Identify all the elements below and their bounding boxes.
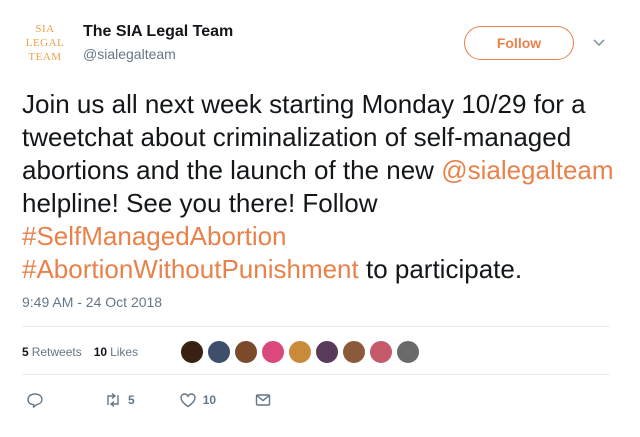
heart-icon [179, 393, 196, 408]
liker-avatar[interactable] [288, 340, 312, 364]
likes-count: 10 [93, 345, 108, 359]
envelope-icon [255, 394, 271, 406]
reply-icon [27, 393, 43, 409]
user-handle[interactable]: @sialegalteam [83, 46, 176, 62]
reply-button[interactable] [26, 391, 50, 409]
display-name[interactable]: The SIA Legal Team [83, 23, 233, 41]
retweet-icon [107, 392, 119, 408]
liker-avatar[interactable] [369, 340, 393, 364]
hashtag-link[interactable]: #AbortionWithoutPunishment [22, 254, 359, 284]
tweet-text: Join us all next week starting Monday 10… [22, 88, 622, 286]
liker-avatar[interactable] [342, 340, 366, 364]
direct-message-button[interactable] [254, 391, 272, 409]
liker-avatar[interactable] [261, 340, 285, 364]
liker-avatar[interactable] [207, 340, 231, 364]
tweet-text-segment: helpline! See you there! Follow [22, 188, 378, 218]
retweet-count: 5 [128, 393, 135, 407]
likes-label: Likes [110, 345, 139, 359]
liker-avatar[interactable] [180, 340, 204, 364]
tweet-stats: 5 Retweets 10 Likes [22, 339, 150, 365]
logo-line: SIA [35, 23, 55, 35]
mention-link[interactable]: @sialegalteam [441, 155, 613, 185]
liker-avatars [180, 339, 423, 365]
liker-avatar[interactable] [315, 340, 339, 364]
chevron-down-icon[interactable] [592, 36, 606, 50]
tweet-timestamp[interactable]: 9:49 AM - 24 Oct 2018 [22, 294, 162, 310]
logo-line: LEGAL [25, 37, 65, 49]
account-logo[interactable]: SIA LEGAL TEAM [22, 22, 68, 68]
logo-line: TEAM [28, 51, 62, 63]
retweet-button[interactable]: 5 [104, 391, 135, 409]
divider [22, 374, 610, 375]
follow-button[interactable]: Follow [464, 26, 574, 60]
like-count: 10 [202, 393, 217, 407]
divider [22, 326, 610, 327]
likes-stat[interactable]: 10 Likes [94, 345, 138, 359]
hashtag-link[interactable]: #SelfManagedAbortion [22, 221, 287, 251]
liker-avatar[interactable] [396, 340, 420, 364]
retweets-stat[interactable]: 5 Retweets [22, 345, 82, 359]
tweet-text-segment: to participate. [358, 254, 523, 284]
tweet-actions: 5 10 [22, 388, 272, 412]
liker-avatar[interactable] [234, 340, 258, 364]
retweets-label: Retweets [31, 345, 82, 359]
retweets-count: 5 [22, 345, 29, 359]
like-button[interactable]: 10 [179, 391, 216, 409]
